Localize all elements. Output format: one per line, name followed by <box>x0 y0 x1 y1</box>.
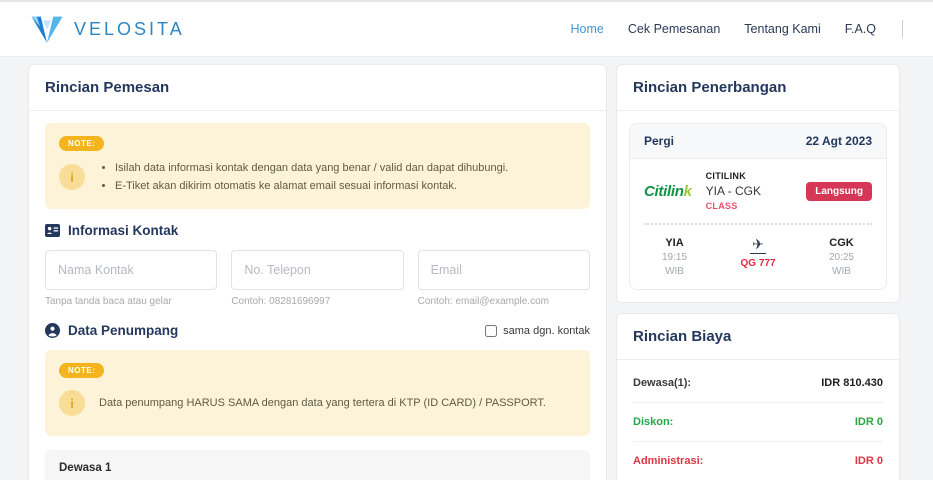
nav-faq[interactable]: F.A.Q <box>845 22 876 36</box>
sidebar-column: Rincian Penerbangan Pergi 22 Agt 2023 Ci… <box>616 64 900 480</box>
adult-passenger-label: Dewasa 1 <box>59 462 576 474</box>
passenger-section-title: Data Penumpang <box>45 323 178 338</box>
booking-card: Rincian Pemesan NOTE: i Isilah data info… <box>28 64 607 480</box>
cost-value: IDR 810.430 <box>821 377 883 389</box>
flight-number-block: ✈ QG 777 <box>740 237 775 277</box>
flight-details-title: Rincian Penerbangan <box>617 65 899 111</box>
flight-summary: Pergi 22 Agt 2023 Citilink CITILINK YIA … <box>629 123 887 290</box>
nav-cek-pemesanan[interactable]: Cek Pemesanan <box>628 22 720 36</box>
flight-date: 22 Agt 2023 <box>806 134 872 148</box>
top-navbar: VELOSITA Home Cek Pemesanan Tentang Kami… <box>0 0 933 57</box>
cost-value: IDR 0 <box>855 416 883 428</box>
contact-email-input[interactable] <box>418 250 590 290</box>
arrival-time: 20:25 <box>829 252 854 263</box>
nav-home[interactable]: Home <box>571 22 604 36</box>
info-icon: i <box>59 390 85 416</box>
citilink-logo: Citilink <box>644 183 692 200</box>
note-badge: NOTE: <box>59 136 104 151</box>
contact-note-box: NOTE: i Isilah data informasi kontak den… <box>45 123 590 209</box>
contact-note-list: Isilah data informasi kontak dengan data… <box>115 159 508 195</box>
cost-row-adult: Dewasa(1): IDR 810.430 <box>633 364 883 403</box>
departure-time: 19:15 <box>662 252 687 263</box>
flight-class: CLASS <box>706 201 793 211</box>
contact-note-item: Isilah data informasi kontak dengan data… <box>115 159 508 177</box>
same-as-contact-checkbox-input[interactable] <box>485 325 497 337</box>
passenger-note-text: Data penumpang HARUS SAMA dengan data ya… <box>99 394 546 412</box>
departure-code: YIA <box>662 237 687 249</box>
note-badge: NOTE: <box>59 363 104 378</box>
contact-email-helper: Contoh: email@example.com <box>418 296 590 307</box>
flight-details-card: Rincian Penerbangan Pergi 22 Agt 2023 Ci… <box>616 64 900 303</box>
arrival-info: CGK 20:25 WIB <box>829 237 854 277</box>
cost-row-admin: Administrasi: IDR 0 <box>633 442 883 480</box>
arrival-tz: WIB <box>829 266 854 277</box>
cost-row-discount: Diskon: IDR 0 <box>633 403 883 442</box>
cost-label: Dewasa(1): <box>633 377 691 389</box>
cost-value: IDR 0 <box>855 455 883 467</box>
contact-section-label: Informasi Kontak <box>68 223 178 238</box>
plane-line <box>750 253 766 254</box>
nav-tentang-kami[interactable]: Tentang Kami <box>744 22 820 36</box>
user-circle-icon <box>45 323 60 338</box>
airline-name: CITILINK <box>706 171 793 181</box>
main-content: Rincian Pemesan NOTE: i Isilah data info… <box>0 57 933 480</box>
contact-phone-input[interactable] <box>231 250 403 290</box>
info-icon: i <box>59 164 85 190</box>
same-as-contact-checkbox[interactable]: sama dgn. kontak <box>485 325 590 337</box>
same-as-contact-label: sama dgn. kontak <box>503 325 590 337</box>
contact-note-item: E-Tiket akan dikirim otomatis ke alamat … <box>115 177 508 195</box>
departure-tz: WIB <box>662 266 687 277</box>
contact-phone-helper: Contoh: 08281696997 <box>231 296 403 307</box>
contact-name-helper: Tanpa tanda baca atau gelar <box>45 296 217 307</box>
contact-name-input[interactable] <box>45 250 217 290</box>
adult-passenger-box: Dewasa 1 <box>45 450 590 480</box>
booking-title: Rincian Pemesan <box>29 65 606 111</box>
flight-route: YIA - CGK <box>706 184 793 198</box>
passenger-section-label: Data Penumpang <box>68 323 178 338</box>
cost-details-card: Rincian Biaya Dewasa(1): IDR 810.430 Dis… <box>616 313 900 480</box>
arrival-code: CGK <box>829 237 854 249</box>
cost-label: Diskon: <box>633 416 673 428</box>
brand-v-icon <box>30 12 64 46</box>
main-nav: Home Cek Pemesanan Tentang Kami F.A.Q <box>571 20 903 38</box>
passenger-note-box: NOTE: i Data penumpang HARUS SAMA dengan… <box>45 350 590 436</box>
flight-number: QG 777 <box>740 258 775 269</box>
dotted-divider <box>644 223 872 225</box>
direct-flight-badge: Langsung <box>806 182 872 201</box>
cost-details-title: Rincian Biaya <box>617 314 899 360</box>
departure-info: YIA 19:15 WIB <box>662 237 687 277</box>
contact-card-icon <box>45 224 60 237</box>
flight-direction: Pergi <box>644 134 674 148</box>
contact-section-title: Informasi Kontak <box>45 223 590 238</box>
brand-logo[interactable]: VELOSITA <box>30 12 185 46</box>
cost-label: Administrasi: <box>633 455 703 467</box>
brand-name: VELOSITA <box>74 19 185 40</box>
nav-divider <box>902 20 903 38</box>
plane-departure-icon: ✈ <box>752 237 764 251</box>
